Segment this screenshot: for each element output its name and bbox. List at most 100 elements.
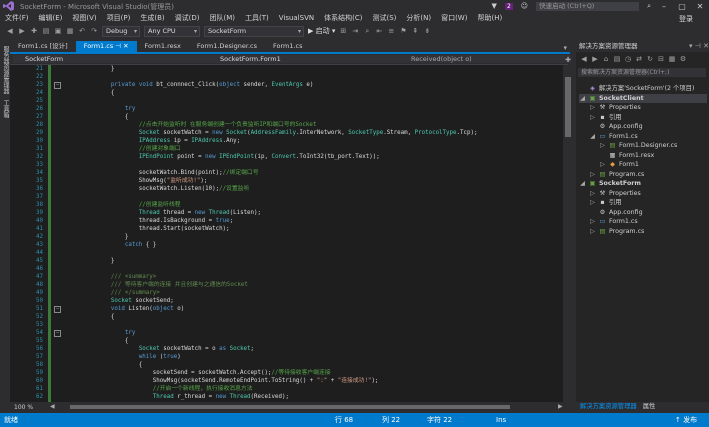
code-line[interactable]: 35 ShowMsg("监听成功!"); <box>10 177 563 185</box>
tree-item[interactable]: ▷ ▪ 引用 <box>589 113 707 122</box>
tree-item[interactable]: ▷ ⚒ Properties <box>589 189 707 198</box>
code-line[interactable]: 57 while (true) <box>10 353 563 361</box>
code-line[interactable]: 60 ShowMsg(socketSend.RemoteEndPoint.ToS… <box>10 377 563 385</box>
tree-item[interactable]: ⚙ App.config <box>589 208 707 217</box>
undo-icon[interactable]: ↶ <box>78 27 86 35</box>
code-line[interactable]: 51 − void Listen(object o) <box>10 305 563 313</box>
tree-item[interactable]: ▷ ▪ 引用 <box>589 198 707 207</box>
start-button[interactable]: ▶ 启动 ▾ <box>308 26 335 36</box>
collapse-arrow-icon[interactable]: ◢ <box>579 179 586 188</box>
bookmark-icon[interactable]: ⚑ <box>399 27 407 35</box>
tree-item[interactable]: ▦ Form1.resx <box>599 151 707 160</box>
pin-icon[interactable]: ⊣ <box>115 42 121 50</box>
expand-arrow-icon[interactable]: ▷ <box>589 103 596 112</box>
code-line[interactable]: 34 socketWatch.Bind(point);//绑定端口号 <box>10 169 563 177</box>
code-line[interactable]: 45 } <box>10 257 563 265</box>
tree-item[interactable]: ▷ ◆ Form1 <box>599 160 707 169</box>
tab-form1-cs-active[interactable]: Form1.cs ⊣ ✕ <box>75 41 137 52</box>
redo-icon[interactable]: ↷ <box>90 27 98 35</box>
menu-item[interactable]: 窗口(W) <box>436 13 472 23</box>
menu-item[interactable]: 文件(F) <box>0 13 34 23</box>
menu-item[interactable]: VisualSVN <box>274 14 319 22</box>
tree-item[interactable]: ⚙ App.config <box>589 122 707 131</box>
auto-hide-pin-icon[interactable]: ⊣ <box>695 42 701 50</box>
code-line[interactable]: 29 Socket socketWatch = new Socket(Addre… <box>10 129 563 137</box>
collapse-all-icon[interactable]: ⊟ <box>657 55 665 63</box>
menu-item[interactable]: 视图(V) <box>67 13 101 23</box>
project-dropdown[interactable]: SocketForm <box>13 55 215 63</box>
collapse-region-icon[interactable]: − <box>54 306 61 313</box>
tree-item[interactable]: ▷ ▭ Form1.cs <box>589 217 707 226</box>
code-line[interactable]: 27 { <box>10 113 563 121</box>
panel-close-icon[interactable]: ✕ <box>703 42 709 50</box>
maximize-button[interactable]: ▢ <box>677 2 687 11</box>
search-icon[interactable]: ⌕ <box>647 2 651 11</box>
code-line[interactable]: 62 Thread r_thread = new Thread(Received… <box>10 393 563 401</box>
menu-item[interactable]: 分析(N) <box>401 13 436 23</box>
collapse-region-icon[interactable]: − <box>54 330 61 337</box>
code-line[interactable]: 53 <box>10 321 563 329</box>
code-line[interactable]: 44 <box>10 249 563 257</box>
expand-arrow-icon[interactable]: ▷ <box>589 113 596 122</box>
expand-arrow-icon[interactable]: ▷ <box>589 189 596 198</box>
collapse-arrow-icon[interactable]: ◢ <box>579 94 586 103</box>
comment-icon[interactable]: ≡ <box>387 27 395 35</box>
code-line[interactable]: 48 /// 等待客户端的连接 并且创建与之通信的Socket <box>10 281 563 289</box>
expand-arrow-icon[interactable]: ▷ <box>589 198 596 207</box>
menu-item[interactable]: 生成(B) <box>135 13 169 23</box>
pending-changes-icon[interactable]: ◷ <box>624 55 632 63</box>
class-dropdown[interactable]: SocketForm.Form1 <box>210 55 410 63</box>
panel-menu-icon[interactable]: ▾ <box>689 42 693 50</box>
collapse-region-icon[interactable]: − <box>54 82 61 89</box>
code-line[interactable]: 31 //创建对象端口 <box>10 145 563 153</box>
server-explorer-tab[interactable]: 服务器资源管理器 <box>1 46 10 94</box>
code-line[interactable]: 40 thread.IsBackground = true; <box>10 217 563 225</box>
tree-item[interactable]: ◢ ▣ SocketForm <box>579 179 707 188</box>
tree-item[interactable]: ◢ ▣ SocketClient <box>579 93 707 103</box>
expand-arrow-icon[interactable]: ▷ <box>589 217 596 226</box>
code-line[interactable]: 46 <box>10 265 563 273</box>
menu-item[interactable]: 帮助(H) <box>472 13 507 23</box>
code-line[interactable]: 49 /// </summary> <box>10 289 563 297</box>
code-line[interactable]: 58 { <box>10 361 563 369</box>
notification-badge[interactable]: 2 <box>504 2 513 10</box>
code-line[interactable]: 30 IPAddress ip = IPAddress.Any; <box>10 137 563 145</box>
menu-item[interactable]: 团队(M) <box>204 13 240 23</box>
tab-solution-explorer[interactable]: 解决方案资源管理器 <box>580 403 637 410</box>
new-project-icon[interactable]: ✚ <box>30 27 38 35</box>
close-tab-icon[interactable]: ✕ <box>123 42 128 50</box>
expand-arrow-icon[interactable]: ▷ <box>589 227 596 236</box>
menu-item[interactable]: 项目(P) <box>102 13 136 23</box>
code-line[interactable]: 26 try <box>10 105 563 113</box>
tree-item[interactable]: ▷ ▤ Program.cs <box>589 227 707 236</box>
code-line[interactable]: 38 //创建监听线程 <box>10 201 563 209</box>
code-line[interactable]: 41 thread.Start(socketWatch); <box>10 225 563 233</box>
code-line[interactable]: 43 catch { } <box>10 241 563 249</box>
code-line[interactable]: 59 socketSend = socketWatch.Accept();//等… <box>10 369 563 377</box>
toolbox-tab[interactable]: 工具箱 <box>1 100 10 118</box>
code-line[interactable]: 56 Socket socketWatch = o as Socket; <box>10 345 563 353</box>
indent-icon[interactable]: ⇤ <box>375 27 383 35</box>
forward-icon[interactable]: ▶ <box>591 55 599 63</box>
save-icon[interactable]: ▣ <box>54 27 62 35</box>
code-line[interactable]: 54 − try <box>10 329 563 337</box>
back-icon[interactable]: ◀ <box>580 55 588 63</box>
code-line[interactable]: 23 − private void bt_connnect_Click(objec… <box>10 81 563 89</box>
filter-icon[interactable]: ▼ <box>492 2 497 10</box>
code-line[interactable]: 55 { <box>10 337 563 345</box>
refresh-icon[interactable]: ↻ <box>646 55 654 63</box>
menu-item[interactable]: 体系结构(C) <box>319 13 367 23</box>
horizontal-scroll-thumb[interactable] <box>70 405 510 409</box>
code-line[interactable]: 37 <box>10 193 563 201</box>
code-line[interactable]: 25 <box>10 97 563 105</box>
tab-form1-cs-2[interactable]: Form1.cs <box>265 41 311 52</box>
scroll-left-icon[interactable]: ◀ <box>50 403 55 410</box>
prev-bookmark-icon[interactable]: ⇞ <box>411 27 419 35</box>
editor-vertical-scrollbar[interactable] <box>563 65 573 402</box>
minimize-button[interactable]: – <box>659 2 669 11</box>
vertical-scroll-thumb[interactable] <box>565 77 571 137</box>
code-editor[interactable]: 21 } 22 23− private void bt_connnect_Click… <box>10 65 563 402</box>
tree-item[interactable]: ◈ 解决方案'SocketForm'(2 个项目) <box>579 84 707 93</box>
next-bookmark-icon[interactable]: ⇟ <box>423 27 431 35</box>
code-line[interactable]: 28 //点击开始监听时 在服务端创建一个负责监听IP和端口号的Socket <box>10 121 563 129</box>
